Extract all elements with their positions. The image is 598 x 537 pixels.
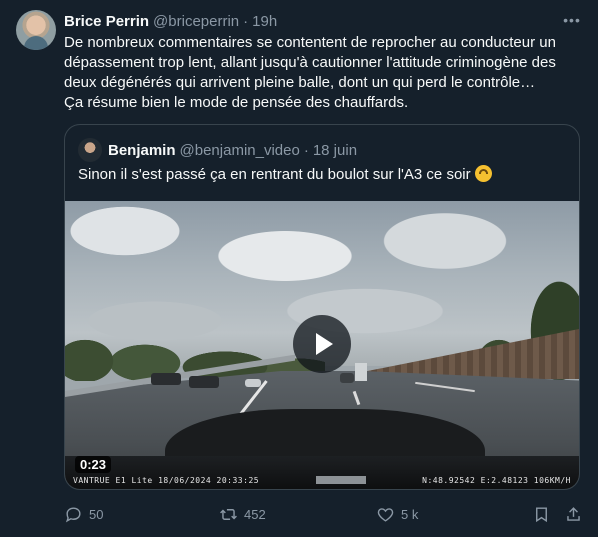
video-car bbox=[340, 373, 354, 383]
quote-author-avatar bbox=[78, 138, 102, 162]
video-car bbox=[151, 373, 181, 385]
tweet-text: De nombreux commentaires se contentent d… bbox=[64, 34, 556, 111]
author-name[interactable]: Brice Perrin bbox=[64, 13, 149, 30]
video-car bbox=[245, 379, 261, 387]
reply-button[interactable]: 50 bbox=[64, 502, 103, 526]
retweet-icon bbox=[220, 508, 237, 520]
dashcam-overlay: VANTRUE E1 Lite 18/06/2024 20:33:25 N:48… bbox=[73, 476, 571, 488]
upside-down-face-emoji-icon bbox=[474, 165, 492, 182]
separator-dot: · bbox=[243, 12, 249, 30]
like-count: 5 k bbox=[401, 506, 419, 522]
heart-icon bbox=[377, 507, 394, 522]
tweet-time[interactable]: 19h bbox=[252, 13, 277, 30]
video-duration: 0:23 bbox=[75, 456, 112, 473]
author-avatar[interactable] bbox=[16, 10, 56, 50]
tweet-header: Brice Perrin @briceperrin · 19h bbox=[64, 11, 582, 31]
bookmark-button[interactable] bbox=[532, 502, 551, 526]
author-handle[interactable]: @briceperrin bbox=[153, 13, 239, 30]
retweet-button[interactable]: 452 bbox=[219, 502, 266, 526]
redacted-box bbox=[315, 476, 366, 484]
like-button[interactable]: 5 k bbox=[376, 502, 418, 526]
separator-dot: · bbox=[303, 141, 309, 159]
tweet: Brice Perrin @briceperrin · 19h ••• De n… bbox=[0, 0, 598, 537]
share-button[interactable] bbox=[564, 502, 583, 526]
video-car bbox=[189, 376, 219, 388]
reply-count: 50 bbox=[89, 506, 104, 522]
bookmark-icon bbox=[536, 506, 547, 522]
video-player[interactable]: VANTRUE E1 Lite 18/06/2024 20:33:25 N:48… bbox=[65, 201, 579, 489]
action-bar: 50 452 5 k bbox=[64, 502, 582, 526]
more-icon[interactable]: ••• bbox=[562, 10, 582, 30]
share-icon bbox=[567, 506, 580, 521]
play-button[interactable] bbox=[293, 315, 351, 373]
quote-date: 18 juin bbox=[312, 141, 358, 159]
dashcam-overlay-right: N:48.92542 E:2.48123 106KM/H bbox=[422, 476, 571, 485]
reply-icon bbox=[65, 506, 81, 522]
quote-text: Sinon il s'est passé ça en rentrant du b… bbox=[78, 166, 471, 183]
quote-text-line: Sinon il s'est passé ça en rentrant du b… bbox=[78, 165, 492, 185]
quoted-tweet[interactable]: Benjamin @benjamin_video · 18 juin Sinon… bbox=[64, 124, 580, 490]
quote-header: Benjamin @benjamin_video · 18 juin bbox=[78, 138, 357, 162]
retweet-count: 452 bbox=[244, 506, 266, 522]
dashcam-overlay-left: VANTRUE E1 Lite 18/06/2024 20:33:25 bbox=[73, 476, 260, 485]
quote-author-handle: @benjamin_video bbox=[179, 141, 300, 159]
quote-author-name: Benjamin bbox=[108, 141, 176, 159]
video-truck bbox=[355, 363, 367, 381]
